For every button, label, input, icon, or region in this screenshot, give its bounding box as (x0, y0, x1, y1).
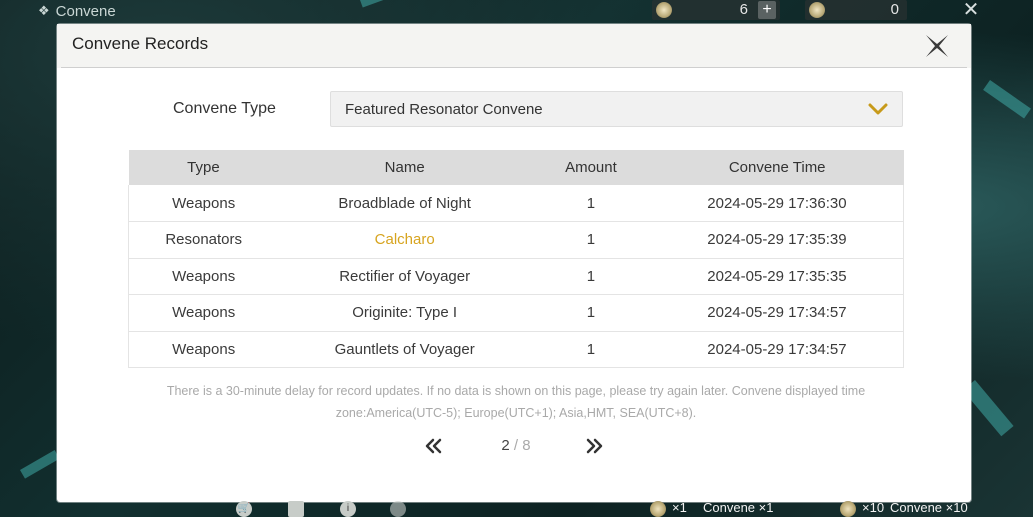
total-pages: 8 (522, 437, 531, 454)
cell-name-highlight: Calcharo (278, 221, 531, 259)
convene-type-label: Convene Type (173, 100, 276, 117)
multi-cost: ×10 (862, 500, 885, 515)
cell-amount: 1 (530, 294, 651, 332)
astrite-currency: 6 + (652, 0, 780, 20)
cell-time: 2024-05-29 17:36:30 (650, 185, 904, 222)
tide-coin-icon (840, 501, 856, 517)
close-icon (926, 35, 948, 57)
cell-time: 2024-05-29 17:35:39 (650, 221, 904, 259)
table-header-row: Type Name Amount Convene Time (128, 150, 904, 185)
cell-name: Broadblade of Night (278, 185, 531, 222)
cell-amount: 1 (530, 258, 651, 295)
background-decoration (20, 450, 60, 479)
cell-type: Weapons (128, 258, 279, 295)
table-row: Weapons Rectifier of Voyager 1 2024-05-2… (128, 258, 904, 295)
cell-type: Resonators (128, 221, 279, 259)
next-page-button[interactable] (585, 436, 605, 456)
lustrous-tide-icon (809, 2, 825, 18)
add-currency-button[interactable]: + (758, 1, 776, 19)
single-cost: ×1 (672, 500, 687, 515)
page-separator: / (513, 437, 519, 454)
convene-once-button[interactable]: Convene ×1 (703, 500, 773, 515)
column-header-type: Type (128, 150, 279, 185)
app-title: ❖ Convene (38, 2, 116, 20)
convene-type-select[interactable]: Featured Resonator Convene (330, 91, 903, 127)
table-row: Weapons Broadblade of Night 1 2024-05-29… (128, 185, 904, 222)
background-decoration (983, 80, 1031, 119)
shop-icon[interactable]: 🛒 (236, 501, 252, 517)
convene-ten-button[interactable]: Convene ×10 (890, 500, 968, 515)
table-row: Weapons Gauntlets of Voyager 1 2024-05-2… (128, 331, 904, 368)
table-row: Weapons Originite: Type I 1 2024-05-29 1… (128, 294, 904, 332)
close-dialog-button[interactable] (923, 32, 951, 60)
pagination: 2 / 8 (423, 434, 609, 458)
cell-name: Originite: Type I (278, 294, 531, 332)
cell-amount: 1 (530, 331, 651, 368)
cell-type: Weapons (128, 294, 279, 332)
bottom-bar: 🛒 i ×1 Convene ×1 ×10 Convene ×10 (0, 500, 1033, 517)
convene-icon: ❖ (38, 3, 50, 18)
convene-type-value: Featured Resonator Convene (345, 101, 543, 118)
current-page: 2 (501, 437, 510, 454)
close-icon[interactable]: ✕ (960, 0, 982, 20)
info-icon[interactable]: i (340, 501, 356, 517)
tide-coin-icon (650, 501, 666, 517)
page-indicator: 2 / 8 (483, 437, 549, 454)
cell-amount: 1 (530, 185, 651, 222)
tide-currency: 0 (805, 0, 907, 20)
cell-time: 2024-05-29 17:34:57 (650, 294, 904, 332)
cell-name: Gauntlets of Voyager (278, 331, 531, 368)
top-bar: ❖ Convene 6 + 0 ✕ (0, 0, 1033, 22)
cell-amount: 1 (530, 221, 651, 259)
convene-records-dialog: Convene Records Convene Type Featured Re… (57, 24, 971, 502)
column-header-time: Convene Time (650, 150, 904, 185)
astrite-icon (656, 2, 672, 18)
column-header-name: Name (278, 150, 531, 185)
records-table: Type Name Amount Convene Time Weapons Br… (128, 150, 904, 368)
book-icon[interactable] (288, 501, 304, 517)
previous-page-button[interactable] (423, 436, 443, 456)
cell-type: Weapons (128, 185, 279, 222)
column-header-amount: Amount (530, 150, 651, 185)
astrite-count: 6 (739, 1, 748, 18)
tide-count: 0 (890, 1, 899, 18)
app-title-label: Convene (55, 2, 116, 20)
cell-type: Weapons (128, 331, 279, 368)
table-row: Resonators Calcharo 1 2024-05-29 17:35:3… (128, 221, 904, 259)
dialog-title: Convene Records (72, 34, 209, 53)
history-icon[interactable] (390, 501, 406, 517)
delay-notice: There is a 30-minute delay for record up… (166, 384, 866, 420)
cell-time: 2024-05-29 17:35:35 (650, 258, 904, 295)
chevron-down-icon (868, 103, 888, 115)
cell-time: 2024-05-29 17:34:57 (650, 331, 904, 368)
cell-name: Rectifier of Voyager (278, 258, 531, 295)
dialog-header: Convene Records (57, 24, 971, 68)
